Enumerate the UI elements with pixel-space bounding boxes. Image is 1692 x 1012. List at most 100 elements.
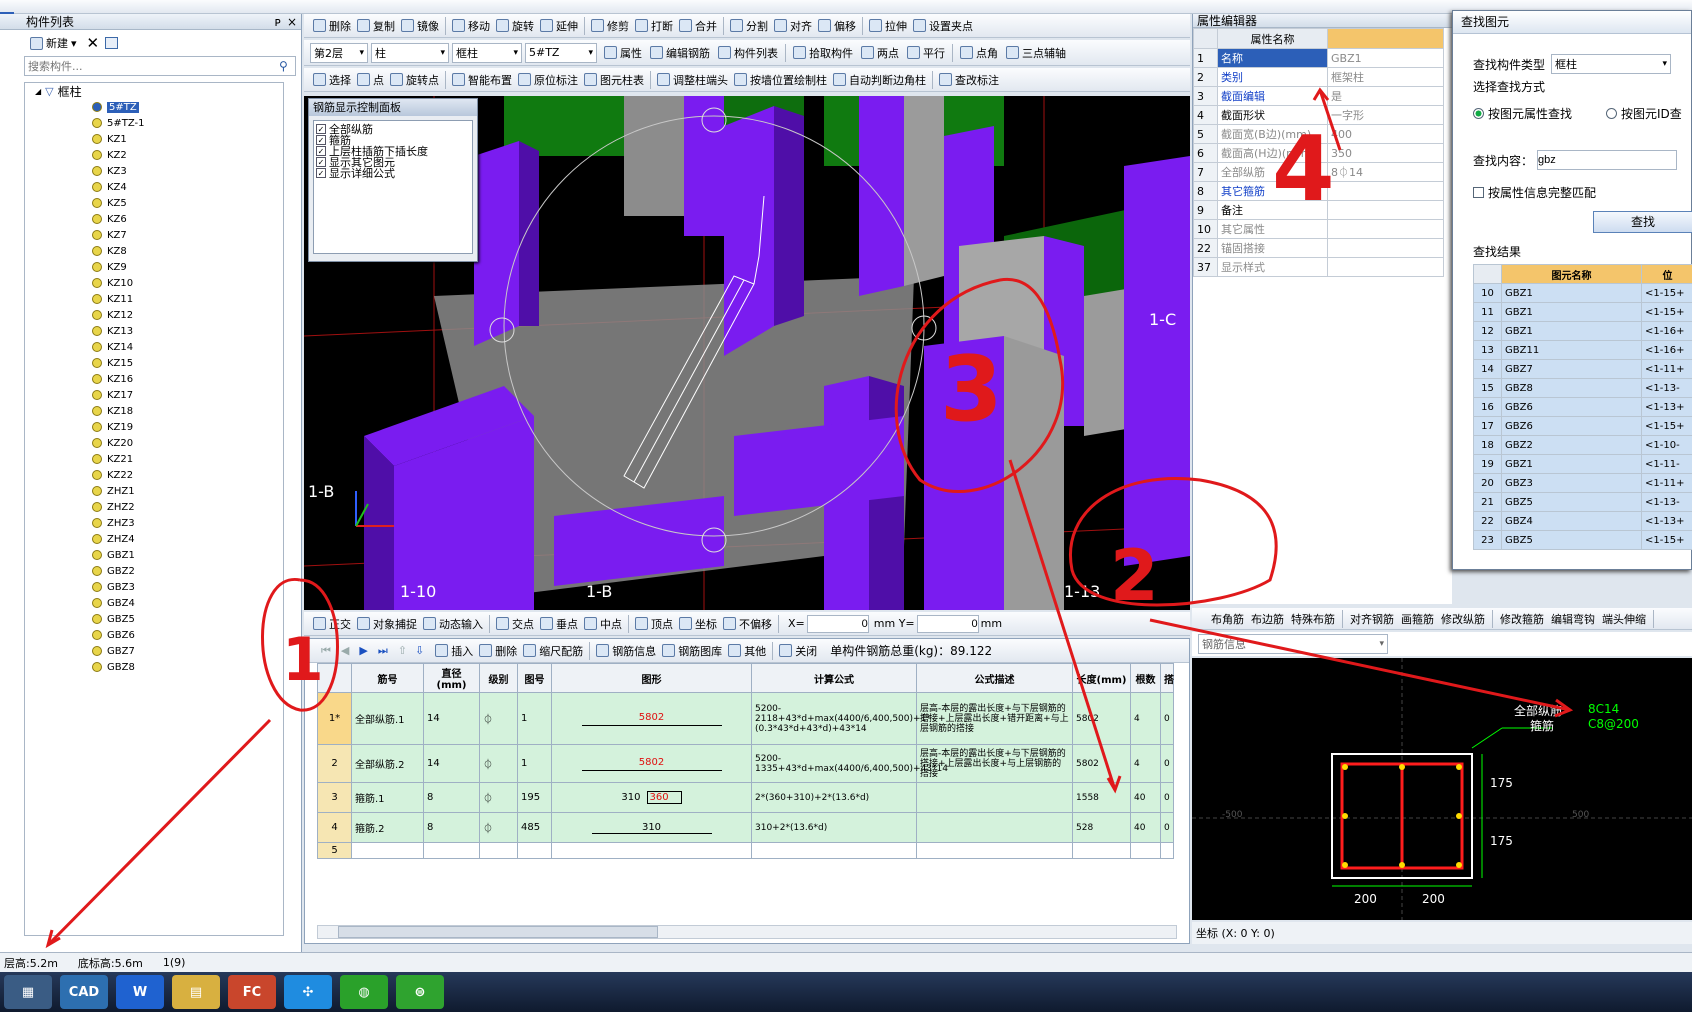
snap-button-1[interactable]: 对象捕捉 [354, 614, 420, 634]
glodon-app-icon[interactable]: ✣ [284, 975, 332, 1009]
prev-record-icon[interactable]: ◀ [341, 644, 349, 657]
table-row[interactable]: 2 全部纵筋.2 14 ⏀ 1 5802 5200-1335+43*d+max(4400/6… [317, 744, 1174, 783]
cell-lap[interactable]: 0 [1160, 782, 1174, 813]
property-row[interactable]: 3 截面编辑是 [1193, 86, 1444, 106]
cell-name[interactable]: 箍筋.1 [351, 782, 424, 813]
cad-app-icon[interactable]: CAD [60, 975, 108, 1009]
section-button-1[interactable]: 布边筋 [1248, 609, 1287, 629]
tree-item[interactable]: GBZ3 [25, 579, 283, 595]
tree-item[interactable]: ZHZ1 [25, 483, 283, 499]
cell-lap[interactable]: 0 [1160, 692, 1174, 745]
last-record-icon[interactable]: ⏭ [378, 644, 388, 658]
property-row[interactable]: 9 备注 [1193, 200, 1444, 220]
cell-cnt[interactable]: 40 [1130, 812, 1161, 843]
cell-desc[interactable] [916, 812, 1073, 843]
section-button-4[interactable]: 画箍筋 [1398, 609, 1437, 629]
edit-button-9[interactable]: 分割 [727, 16, 771, 36]
result-row[interactable]: 13 GBZ11 <1-16+ [1473, 340, 1692, 360]
cell-d[interactable]: 8 [423, 782, 480, 813]
result-row[interactable]: 16 GBZ6 <1-13+ [1473, 397, 1692, 417]
edit-button-6[interactable]: 修剪 [588, 16, 632, 36]
snap-button-6[interactable]: 顶点 [632, 614, 676, 634]
prop-value[interactable]: 一字形 [1327, 105, 1444, 125]
cell-g[interactable]: ⏀ [479, 692, 518, 745]
cell-g[interactable]: ⏀ [479, 782, 518, 813]
table-row[interactable]: 1* 全部纵筋.1 14 ⏀ 1 5802 5200-2118+43*d+max(4400/… [317, 692, 1174, 745]
cell-shape[interactable]: 310 360 [551, 782, 752, 813]
section-canvas[interactable]: 全部纵筋 8C14 箍筋 C8@200 175 175 200 200 -500… [1192, 658, 1692, 920]
cell-formula[interactable] [751, 842, 917, 859]
edit-button-12[interactable]: 拉伸 [866, 16, 910, 36]
cell-g[interactable]: ⏀ [479, 744, 518, 783]
component-button-1[interactable]: 编辑钢筋 [646, 43, 714, 63]
cell-shape[interactable]: 5802 [551, 744, 752, 783]
prop-value[interactable] [1327, 181, 1444, 201]
tree-item[interactable]: KZ13 [25, 323, 283, 339]
property-row[interactable]: 1 名称 GBZ1 [1193, 48, 1444, 68]
match-checkbox[interactable] [1473, 187, 1484, 198]
component-button-4[interactable]: 两点 [857, 43, 903, 63]
tree-item[interactable]: KZ18 [25, 403, 283, 419]
wps-app-icon[interactable]: W [116, 975, 164, 1009]
fc-app-icon[interactable]: FC [228, 975, 276, 1009]
cell-len[interactable]: 5802 [1072, 744, 1131, 783]
section-button-2[interactable]: 特殊布筋 [1288, 609, 1338, 629]
tree-item[interactable]: KZ5 [25, 195, 283, 211]
cell-d[interactable]: 14 [423, 692, 480, 745]
result-row[interactable]: 14 GBZ7 <1-11+ [1473, 359, 1692, 379]
snap-button-2[interactable]: 动态输入 [420, 614, 486, 634]
snap-button-4[interactable]: 垂点 [537, 614, 581, 634]
prop-value[interactable] [1327, 257, 1444, 277]
component-button-2[interactable]: 构件列表 [714, 43, 782, 63]
calculator-icon[interactable]: ▦ [4, 975, 52, 1009]
result-row[interactable]: 22 GBZ4 <1-13+ [1473, 511, 1692, 531]
prop-value[interactable]: 400 [1327, 124, 1444, 144]
cell-len[interactable]: 1558 [1072, 782, 1131, 813]
tree-item[interactable]: KZ9 [25, 259, 283, 275]
draw-button-5[interactable]: 图元柱表 [581, 70, 647, 90]
cell-name[interactable] [351, 842, 424, 859]
property-row[interactable]: 7 全部纵筋 8⏀14 [1193, 162, 1444, 182]
edit-button-11[interactable]: 偏移 [815, 16, 859, 36]
close-icon[interactable]: × [287, 15, 297, 29]
cell-desc[interactable]: 层高-本层的露出长度+与下层钢筋的搭接+上层露出长度+错开距离+与上层钢筋的搭接 [916, 692, 1073, 745]
collapse-icon[interactable]: ◢ [35, 87, 41, 96]
edit-button-13[interactable]: 设置夹点 [910, 16, 976, 36]
next-record-icon[interactable]: ▶ [359, 644, 367, 657]
tree-item[interactable]: KZ12 [25, 307, 283, 323]
result-row[interactable]: 19 GBZ1 <1-11- [1473, 454, 1692, 474]
draw-button-2[interactable]: 旋转点 [387, 70, 442, 90]
cell-formula[interactable]: 2*(360+310)+2*(13.6*d) [751, 782, 917, 813]
tree-root[interactable]: ◢ ▽ 框柱 [25, 83, 283, 99]
cell-shape[interactable] [551, 842, 752, 859]
section-button-0[interactable]: 布角筋 [1208, 609, 1247, 629]
pin-icon[interactable]: ᴘ [275, 15, 281, 29]
tree-item[interactable]: KZ21 [25, 451, 283, 467]
component-button-0[interactable]: 属性 [600, 43, 646, 63]
edit-button-8[interactable]: 合并 [676, 16, 720, 36]
mode1-radio[interactable] [1473, 108, 1484, 119]
section-button-7[interactable]: 编辑弯钩 [1548, 609, 1598, 629]
option-checkbox[interactable]: ✓ [316, 145, 326, 156]
tree-item[interactable]: KZ1 [25, 131, 283, 147]
tree-item[interactable]: ZHZ2 [25, 499, 283, 515]
component-button-6[interactable]: 点角 [956, 43, 1002, 63]
rebar-info-select[interactable]: 钢筋信息 [1198, 634, 1388, 654]
cell-g[interactable] [479, 842, 518, 859]
y-input[interactable] [916, 614, 979, 633]
tree-item[interactable]: GBZ6 [25, 627, 283, 643]
edit-button-10[interactable]: 对齐 [771, 16, 815, 36]
subtype-select[interactable]: 框柱 [452, 42, 522, 63]
cell-d[interactable]: 14 [423, 744, 480, 783]
result-row[interactable]: 10 GBZ1 <1-15+ [1473, 283, 1692, 303]
prop-value[interactable]: 框架柱 [1327, 67, 1444, 87]
prop-value[interactable]: 350 [1327, 143, 1444, 163]
cell-formula[interactable]: 5200-1335+43*d+max(4400/6,400,500)+43*14 [751, 744, 948, 783]
snap-button-8[interactable]: 不偏移 [720, 614, 775, 634]
edit-button-3[interactable]: 移动 [449, 16, 493, 36]
move-down-icon[interactable]: ⇩ [415, 644, 424, 657]
tree-item[interactable]: GBZ2 [25, 563, 283, 579]
component-button-7[interactable]: 三点辅轴 [1002, 43, 1070, 63]
result-row[interactable]: 20 GBZ3 <1-11+ [1473, 473, 1692, 493]
cell-name[interactable]: 箍筋.2 [351, 812, 424, 843]
